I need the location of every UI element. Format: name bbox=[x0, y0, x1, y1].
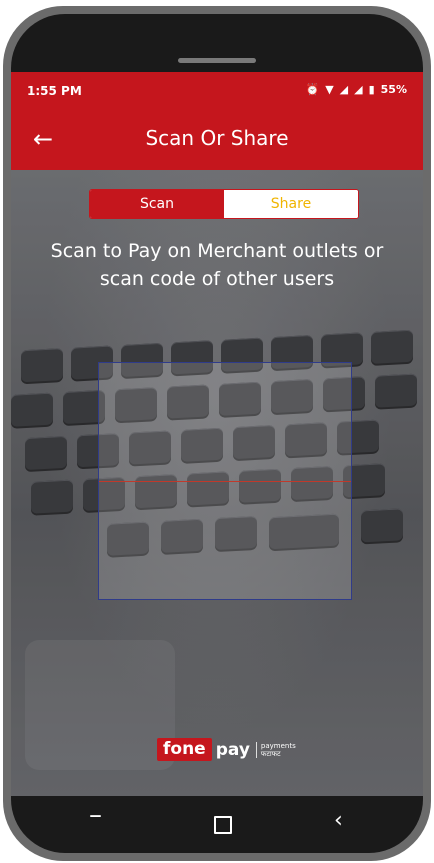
app-bar: ← Scan Or Share bbox=[11, 112, 423, 170]
scan-instruction: Scan to Pay on Merchant outlets or scan … bbox=[50, 240, 384, 290]
status-bar: 1:55 PM ⏰ ▼ ◢ ◢ ▮ 55% bbox=[11, 72, 423, 112]
signal-icon: ◢ bbox=[339, 83, 349, 96]
logo-tagline-bottom: फटाफट bbox=[260, 749, 281, 758]
logo-fone: fone bbox=[157, 738, 212, 761]
tab-share[interactable]: Share bbox=[224, 190, 358, 218]
tab-scan[interactable]: Scan bbox=[90, 190, 224, 218]
scan-line bbox=[99, 481, 351, 482]
chevron-left-icon[interactable]: ‹ bbox=[334, 808, 343, 833]
app-screen: 1:55 PM ⏰ ▼ ◢ ◢ ▮ 55% ← Scan Or Share Sc… bbox=[11, 72, 423, 796]
wifi-icon: ▼ bbox=[325, 83, 334, 96]
logo-tagline: payments फटाफट bbox=[255, 741, 296, 758]
qr-scan-frame bbox=[98, 362, 352, 600]
speaker-grille bbox=[178, 58, 256, 63]
system-nav-bar: – ‹ bbox=[11, 796, 423, 856]
signal-icon-2: ◢ bbox=[354, 83, 363, 96]
home-icon[interactable] bbox=[214, 816, 232, 834]
status-icons: ⏰ ▼ ◢ ◢ ▮ 55% bbox=[305, 83, 407, 96]
logo-tagline-top: payments bbox=[260, 741, 296, 750]
scan-share-toggle: Scan Share bbox=[89, 189, 359, 219]
fonepay-logo: fone pay payments फटाफट bbox=[157, 738, 296, 761]
battery-icon: ▮ bbox=[368, 83, 375, 96]
page-title: Scan Or Share bbox=[145, 126, 289, 150]
status-time: 1:55 PM bbox=[27, 84, 82, 98]
logo-pay: pay bbox=[215, 739, 250, 760]
alarm-icon: ⏰ bbox=[305, 83, 320, 96]
recents-icon[interactable]: – bbox=[89, 800, 102, 830]
battery-percent: 55% bbox=[380, 83, 407, 96]
